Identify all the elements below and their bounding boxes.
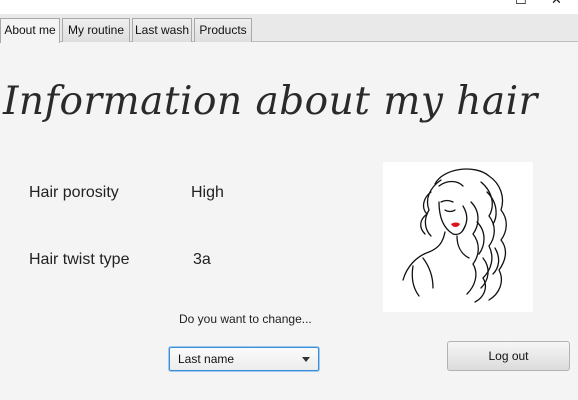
hair-twist-type-label: Hair twist type (29, 251, 130, 268)
tab-my-routine[interactable]: My routine (62, 18, 130, 42)
app-window: ☐ ✕ About me My routine Last wash Produc… (0, 0, 578, 400)
change-field-dropdown[interactable]: Last name (169, 347, 319, 371)
woman-long-wavy-hair-illustration-icon (402, 168, 507, 303)
change-prompt: Do you want to change... (179, 312, 312, 326)
chevron-down-icon (302, 357, 310, 362)
hair-twist-type-value: 3a (193, 251, 211, 268)
dropdown-selected-value: Last name (178, 352, 235, 366)
tab-last-wash[interactable]: Last wash (132, 18, 192, 42)
logout-button[interactable]: Log out (447, 341, 570, 371)
tab-bar: About me My routine Last wash Products (0, 14, 578, 43)
hair-illustration (383, 162, 533, 312)
hair-porosity-value: High (191, 184, 224, 201)
tab-about-me[interactable]: About me (0, 18, 60, 43)
tab-products[interactable]: Products (194, 18, 252, 42)
maximize-icon[interactable]: ☐ (515, 0, 527, 8)
title-bar: ☐ ✕ (0, 0, 578, 14)
hair-porosity-label: Hair porosity (29, 184, 119, 201)
close-icon[interactable]: ✕ (551, 0, 562, 8)
page-title: Information about my hair (3, 79, 538, 124)
